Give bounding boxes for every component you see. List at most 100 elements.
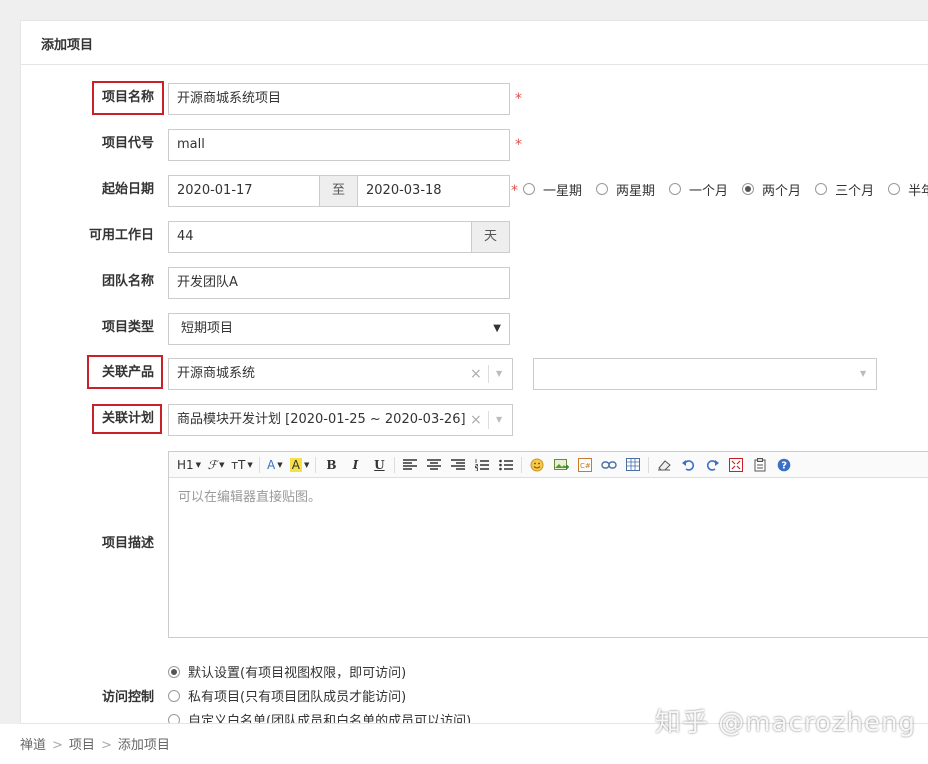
radio-button[interactable] (168, 689, 180, 702)
align-right-icon[interactable] (449, 456, 467, 474)
toolbar-divider (521, 456, 523, 473)
editor-toolbar: H1 ▼ ℱ ▼ тT ▼ A ▼ A ▼ B I U C# ? (169, 452, 928, 478)
label-access-control: 访问控制 (101, 690, 154, 705)
project-type-value: 短期项目 (181, 321, 234, 336)
font-size-button[interactable]: тT ▼ (231, 456, 253, 474)
clear-icon[interactable]: × (470, 405, 482, 435)
date-range-option[interactable]: 两星期 (596, 180, 655, 199)
access-control-option-label: 默认设置(有项目视图权限，即可访问) (188, 666, 407, 681)
code-icon[interactable]: C# (576, 456, 594, 474)
work-days-unit: 天 (471, 221, 510, 253)
breadcrumb-separator: > (100, 738, 112, 753)
svg-text:C#: C# (580, 462, 591, 470)
svg-text:?: ? (782, 460, 788, 471)
clear-icon[interactable]: × (470, 359, 482, 389)
date-range-presets: 一星期 两星期 一个月 两个月 三个月 半年 (523, 173, 928, 205)
table-icon[interactable] (624, 456, 642, 474)
plan-value: 商品模块开发计划 [2020-01-25 ~ 2020-03-26] (177, 412, 466, 427)
date-range-option[interactable]: 一星期 (523, 180, 582, 199)
end-date-input[interactable]: 2020-03-18 (357, 175, 510, 207)
chevron-down-icon[interactable]: ▼ (496, 359, 502, 389)
breadcrumb-item[interactable]: 项目 (69, 738, 95, 753)
required-mark: * (515, 137, 522, 153)
toolbar-divider (394, 456, 396, 473)
toolbar-divider (648, 456, 650, 473)
project-name-input[interactable]: 开源商城系统项目 (168, 83, 510, 115)
radio-button[interactable] (168, 713, 180, 723)
toolbar-divider (315, 456, 317, 473)
chevron-down-icon[interactable]: ▼ (860, 359, 866, 389)
work-days-input[interactable]: 44 (168, 221, 472, 253)
unordered-list-icon[interactable] (497, 456, 515, 474)
date-range-option-label: 三个月 (835, 183, 875, 199)
breadcrumb-separator: > (52, 738, 63, 753)
breadcrumb-item: 添加项目 (117, 738, 170, 753)
date-range-option-label: 两个月 (762, 183, 802, 199)
required-mark: * (511, 183, 518, 199)
label-project-name: 项目名称 (101, 90, 154, 105)
radio-button[interactable] (523, 183, 535, 195)
add-project-panel: 添加项目 项目名称 开源商城系统项目 * 项目代号 mall * 起始日期 20… (20, 20, 928, 724)
radio-button[interactable] (888, 183, 901, 195)
undo-icon[interactable] (679, 456, 697, 474)
date-range-option-label: 一星期 (543, 183, 583, 199)
link-icon[interactable] (600, 456, 618, 474)
heading-button[interactable]: H1 ▼ (177, 456, 201, 474)
help-icon[interactable]: ? (775, 456, 793, 474)
font-color-button[interactable]: A ▼ (266, 456, 284, 474)
italic-button[interactable]: I (346, 456, 364, 474)
toolbar-divider (258, 456, 260, 473)
emoji-icon[interactable] (528, 456, 546, 474)
breadcrumb-item[interactable]: 禅道 (20, 738, 46, 753)
date-range-option[interactable]: 半年 (888, 180, 928, 199)
label-team-name: 团队名称 (101, 274, 154, 289)
select-divider (488, 411, 489, 429)
date-range-option[interactable]: 两个月 (742, 180, 801, 199)
select-divider (488, 365, 489, 383)
underline-button[interactable]: U (370, 456, 388, 474)
label-products: 关联产品 (101, 365, 154, 380)
radio-button[interactable] (742, 183, 755, 195)
access-control-option[interactable]: 私有项目(只有项目团队成员才能访问) (168, 686, 406, 705)
required-mark: * (515, 91, 522, 107)
watermark: 知乎 @macrozheng (655, 708, 916, 738)
radio-button[interactable] (596, 183, 609, 195)
font-family-button[interactable]: ℱ ▼ (207, 456, 225, 474)
radio-button[interactable] (815, 183, 828, 195)
template-icon[interactable] (751, 456, 769, 474)
align-center-icon[interactable] (425, 456, 443, 474)
product-select[interactable]: 开源商城系统 (168, 358, 513, 390)
label-plan: 关联计划 (101, 411, 154, 426)
project-code-input[interactable]: mall (168, 129, 510, 161)
editor-content[interactable]: 可以在编辑器直接贴图。 (169, 478, 928, 513)
access-control-option[interactable]: 自定义白名单(团队成员和白名单的成员可以访问) (168, 710, 472, 724)
date-range-option-label: 两星期 (616, 183, 656, 199)
background-color-button[interactable]: A ▼ (289, 456, 309, 474)
begin-date-input[interactable]: 2020-01-17 (168, 175, 320, 207)
plan-select[interactable]: 商品模块开发计划 [2020-01-25 ~ 2020-03-26] (168, 404, 513, 436)
image-icon[interactable] (552, 456, 570, 474)
access-control-option-label: 自定义白名单(团队成员和白名单的成员可以访问) (188, 714, 472, 724)
date-range-option-label: 一个月 (689, 183, 729, 199)
panel-title: 添加项目 (21, 21, 928, 65)
label-dates: 起始日期 (101, 182, 154, 197)
chevron-down-icon[interactable]: ▼ (496, 405, 502, 435)
product-select-2[interactable] (533, 358, 877, 390)
fullscreen-icon[interactable] (727, 456, 745, 474)
label-project-type: 项目类型 (101, 320, 154, 335)
eraser-icon[interactable] (655, 456, 673, 474)
bold-button[interactable]: B (322, 456, 340, 474)
ordered-list-icon[interactable] (473, 456, 491, 474)
access-control-option[interactable]: 默认设置(有项目视图权限，即可访问) (168, 662, 406, 681)
team-name-input[interactable]: 开发团队A (168, 267, 510, 299)
project-type-select[interactable]: 短期项目 ▼ (168, 313, 510, 345)
redo-icon[interactable] (703, 456, 721, 474)
label-project-code: 项目代号 (101, 136, 154, 151)
caret-down-icon: ▼ (493, 323, 501, 334)
radio-button[interactable] (669, 183, 682, 195)
align-left-icon[interactable] (401, 456, 419, 474)
date-range-option[interactable]: 一个月 (669, 180, 728, 199)
radio-button[interactable] (168, 665, 180, 678)
date-range-option[interactable]: 三个月 (815, 180, 874, 199)
label-work-days: 可用工作日 (88, 228, 154, 243)
